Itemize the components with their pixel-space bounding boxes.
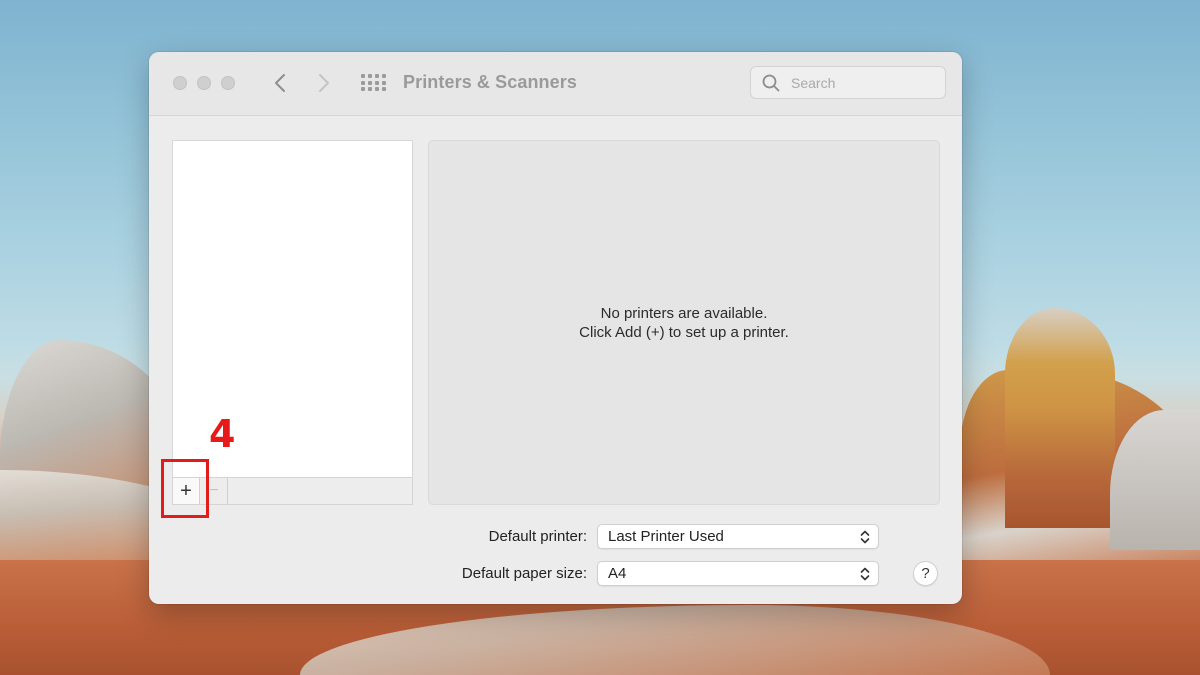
default-paper-value: A4 (608, 565, 627, 582)
default-printer-select[interactable]: Last Printer Used (597, 524, 879, 549)
default-printer-value: Last Printer Used (608, 528, 724, 545)
minimize-window-button[interactable] (197, 76, 211, 90)
default-paper-select[interactable]: A4 (597, 561, 879, 586)
no-printers-message: No printers are available. (600, 304, 768, 322)
title-bar: Printers & Scanners (149, 52, 962, 116)
search-input[interactable] (789, 73, 933, 92)
printer-detail-area: No printers are available. Click Add (+)… (428, 140, 940, 505)
step-number-annotation: 4 (209, 412, 236, 456)
default-printer-label: Default printer: (488, 528, 587, 545)
search-icon (761, 73, 781, 93)
zoom-window-button[interactable] (221, 76, 235, 90)
back-button[interactable] (265, 68, 295, 98)
default-paper-label: Default paper size: (461, 565, 587, 582)
forward-chevron-icon (319, 74, 329, 92)
popup-chevrons-icon (860, 529, 870, 545)
popup-chevrons-icon (860, 566, 870, 582)
window-title: Printers & Scanners (403, 72, 577, 92)
help-button[interactable]: ? (913, 561, 938, 586)
back-chevron-icon (275, 74, 285, 92)
search-field[interactable] (750, 66, 946, 99)
wallpaper-rock-right-tower (1005, 308, 1115, 528)
grid-icon[interactable] (361, 74, 386, 92)
remove-label: − (209, 482, 219, 499)
printers-scanners-window: Printers & Scanners + − No printers are … (149, 52, 962, 604)
forward-button[interactable] (309, 68, 339, 98)
add-button-highlight (161, 459, 209, 518)
add-printer-hint: Click Add (+) to set up a printer. (579, 323, 789, 341)
close-window-button[interactable] (173, 76, 187, 90)
